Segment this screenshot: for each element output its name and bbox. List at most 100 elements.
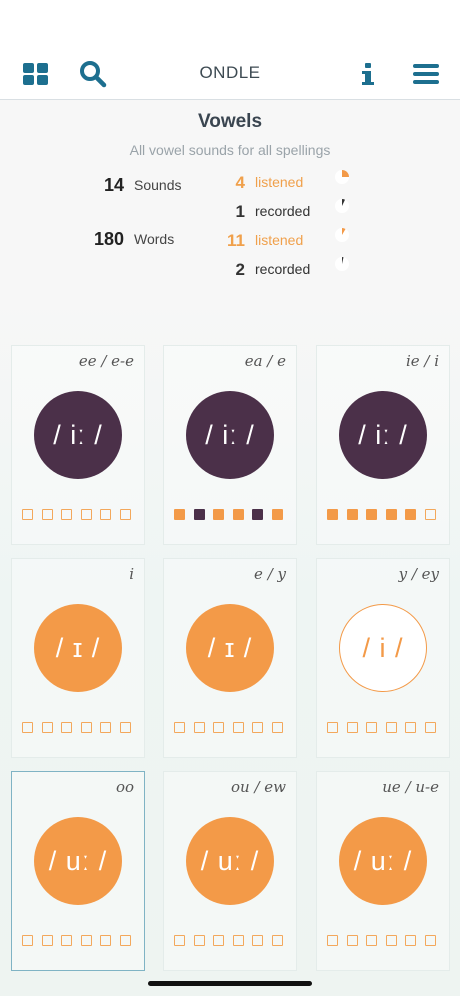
sound-card[interactable]: ou / ew / uː /: [163, 771, 297, 971]
progress-square-empty: [174, 722, 185, 733]
sounds-recorded-label: recorded: [255, 203, 311, 219]
progress-square-empty: [327, 935, 338, 946]
spelling-label: e / y: [254, 565, 286, 583]
words-recorded-pie-icon: [335, 257, 349, 271]
progress-square-empty: [41, 722, 53, 733]
progress-square-empty: [271, 722, 283, 733]
sound-card[interactable]: ea / e / iː /: [163, 345, 297, 545]
sounds-label: Sounds: [134, 177, 182, 193]
progress-indicators: [22, 509, 131, 521]
phoneme-button[interactable]: / ɪ /: [186, 604, 274, 692]
progress-square-empty: [213, 935, 224, 946]
phoneme-symbol: / iː /: [205, 419, 255, 450]
menu-icon[interactable]: [410, 58, 442, 90]
progress-square-empty: [100, 722, 111, 733]
words-listened-count: 11: [227, 231, 245, 250]
progress-square-recorded: [193, 509, 205, 520]
progress-square-empty: [327, 722, 338, 733]
progress-square-empty: [100, 509, 111, 520]
spelling-label: oo: [115, 778, 134, 796]
progress-square-empty: [405, 722, 416, 733]
phoneme-button[interactable]: / uː /: [186, 817, 274, 905]
progress-square-empty: [119, 722, 131, 733]
progress-square-empty: [193, 722, 205, 733]
section-subtitle: All vowel sounds for all spellings: [129, 142, 331, 158]
progress-square-empty: [252, 935, 263, 946]
phoneme-button[interactable]: / uː /: [339, 817, 427, 905]
phoneme-button[interactable]: / iː /: [186, 391, 274, 479]
progress-square-empty: [80, 509, 92, 520]
words-listened-pie-icon: [335, 228, 349, 242]
progress-square-listened: [327, 509, 338, 520]
words-label: Words: [134, 231, 175, 247]
phoneme-symbol: / uː /: [200, 845, 260, 876]
progress-square-empty: [119, 509, 131, 520]
progress-square-recorded: [252, 509, 263, 520]
phoneme-symbol: / uː /: [48, 845, 108, 876]
phoneme-symbol: / iː /: [358, 419, 408, 450]
progress-square-listened: [232, 509, 244, 520]
spelling-label: ea / e: [244, 352, 286, 370]
spelling-label: ee / e-e: [78, 352, 134, 370]
progress-square-empty: [80, 935, 92, 946]
progress-square-listened: [346, 509, 358, 520]
progress-indicators: [327, 509, 436, 521]
progress-indicators: [174, 722, 283, 734]
words-listened-label: listened: [255, 232, 304, 248]
phoneme-button[interactable]: / iː /: [34, 391, 122, 479]
progress-indicators: [174, 935, 283, 947]
phoneme-symbol: / iː /: [53, 419, 103, 450]
progress-square-empty: [366, 722, 377, 733]
progress-square-empty: [61, 722, 72, 733]
sounds-listened-count: 4: [235, 173, 245, 192]
progress-square-empty: [232, 722, 244, 733]
sound-card[interactable]: e / y / ɪ /: [163, 558, 297, 758]
progress-square-empty: [22, 722, 33, 733]
progress-square-empty: [405, 935, 416, 946]
phoneme-symbol: / ɪ /: [207, 632, 253, 663]
sound-card[interactable]: i / ɪ /: [11, 558, 145, 758]
sound-card[interactable]: ue / u-e / uː /: [316, 771, 450, 971]
progress-square-empty: [80, 722, 92, 733]
progress-square-empty: [252, 722, 263, 733]
sound-card[interactable]: y / ey / i /: [316, 558, 450, 758]
sounds-recorded-pie-icon: [335, 199, 349, 213]
spelling-label: ou / ew: [231, 778, 286, 796]
progress-square-empty: [61, 509, 72, 520]
top-bar: ONDLE: [0, 0, 460, 100]
app-title: ONDLE: [199, 63, 261, 82]
progress-indicators: [174, 509, 283, 521]
progress-square-empty: [346, 935, 358, 946]
phoneme-button[interactable]: / iː /: [339, 391, 427, 479]
sounds-listened-pie-icon: [335, 170, 349, 184]
sounds-listened-label: listened: [255, 174, 304, 190]
phoneme-button[interactable]: / i /: [339, 604, 427, 692]
sound-card[interactable]: oo / uː /: [11, 771, 145, 971]
progress-square-empty: [119, 935, 131, 946]
spelling-label: ie / i: [405, 352, 439, 370]
progress-indicators: [22, 722, 131, 734]
progress-square-empty: [100, 935, 111, 946]
vowels-summary: Vowels All vowel sounds for all spelling…: [0, 99, 460, 319]
spelling-label: i: [129, 565, 134, 583]
sound-card[interactable]: ee / e-e / iː /: [11, 345, 145, 545]
progress-indicators: [327, 722, 436, 734]
progress-square-empty: [424, 935, 436, 946]
progress-square-empty: [232, 935, 244, 946]
spelling-label: y / ey: [398, 565, 439, 583]
progress-square-empty: [213, 722, 224, 733]
phoneme-button[interactable]: / ɪ /: [34, 604, 122, 692]
info-icon[interactable]: [352, 58, 384, 90]
phoneme-symbol: / i /: [362, 632, 404, 663]
progress-square-listened: [385, 509, 397, 520]
progress-square-empty: [424, 722, 436, 733]
progress-indicators: [327, 935, 436, 947]
phoneme-symbol: / ɪ /: [55, 632, 101, 663]
section-title: Vowels: [197, 111, 263, 132]
progress-square-empty: [366, 935, 377, 946]
progress-square-listened: [213, 509, 224, 520]
sound-card[interactable]: ie / i / iː /: [316, 345, 450, 545]
phoneme-button[interactable]: / uː /: [34, 817, 122, 905]
progress-square-listened: [405, 509, 416, 520]
spelling-label: ue / u-e: [382, 778, 439, 796]
